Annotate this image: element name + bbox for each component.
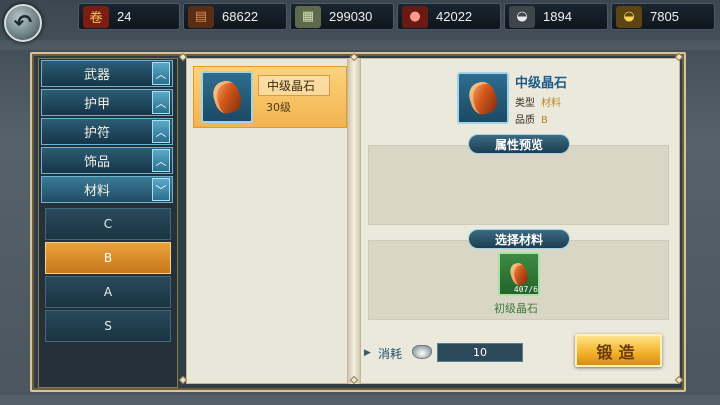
silver-ingot-icon: ◒	[509, 5, 535, 28]
category-amulet[interactable]: 护符 ︿	[41, 118, 173, 145]
detail-type: 类型 材料	[515, 94, 561, 109]
subcategory-b[interactable]: B	[45, 242, 171, 274]
cost-value: 10	[437, 343, 523, 362]
resource-meat: ● 42022	[397, 3, 501, 30]
category-label: 武器	[83, 68, 110, 83]
crystal-icon	[507, 261, 531, 287]
resource-value: 7805	[650, 9, 679, 24]
attribute-preview-title: 属性预览	[468, 134, 570, 154]
silver-ingot-icon	[412, 345, 432, 359]
resource-value: 1894	[543, 9, 572, 24]
detail-item-name: 中级晶石	[515, 76, 568, 91]
crystal-icon	[457, 72, 509, 124]
resource-gold: ◒ 7805	[611, 3, 715, 30]
resource-silver: ◒ 1894	[504, 3, 608, 30]
resource-value: 68622	[222, 9, 259, 24]
category-label: 护甲	[83, 97, 110, 112]
chevron-up-icon: ︿	[152, 149, 170, 172]
category-armor[interactable]: 护甲 ︿	[41, 89, 173, 116]
category-label: 材料	[83, 184, 110, 199]
category-label: 护符	[83, 126, 110, 141]
back-button[interactable]: ↶	[4, 4, 42, 42]
select-material-title: 选择材料	[468, 229, 570, 249]
subcategory-a[interactable]: A	[45, 276, 171, 308]
tiered-scroll-icon: 卷	[83, 5, 109, 28]
chevron-up-icon: ︿	[152, 120, 170, 143]
material-name: 初级晶石	[494, 302, 538, 315]
cost-label: 消耗	[378, 347, 403, 361]
category-label: 饰品	[83, 155, 110, 170]
quality-label: 品质	[515, 115, 535, 126]
material-count: 407/6	[513, 285, 538, 294]
gold-ingot-icon: ◒	[616, 5, 642, 28]
back-arrow-icon: ↶	[13, 10, 33, 36]
chevron-up-icon: ︿	[152, 62, 170, 85]
category-material[interactable]: 材料 ﹀	[41, 176, 173, 203]
attribute-preview-area	[368, 145, 669, 225]
type-label: 类型	[515, 98, 535, 109]
resource-wood: ▤ 68622	[183, 3, 287, 30]
list-item-name: 中级晶石	[258, 75, 330, 96]
category-weapon[interactable]: 武器 ︿	[41, 60, 173, 87]
triangle-right-icon: ▶	[364, 348, 371, 358]
chevron-down-icon: ﹀	[152, 178, 170, 201]
subcategory-s[interactable]: S	[45, 310, 171, 342]
resource-value: 42022	[436, 9, 473, 24]
type-value: 材料	[541, 98, 561, 109]
panel-divider	[348, 58, 360, 384]
detail-quality: 品质 B	[515, 111, 548, 126]
meat-icon: ●	[402, 5, 428, 28]
quality-value: B	[541, 115, 548, 126]
forge-button[interactable]: 锻造	[575, 334, 662, 367]
list-item-level: 30级	[266, 101, 291, 114]
crystal-icon	[201, 71, 253, 123]
wood-logs-icon: ▤	[188, 5, 214, 28]
chevron-up-icon: ︿	[152, 91, 170, 114]
resource-silver-bars: ▦ 299030	[290, 3, 394, 30]
resource-value: 299030	[329, 9, 373, 24]
category-accessory[interactable]: 饰品 ︿	[41, 147, 173, 174]
silver-bars-icon: ▦	[295, 5, 321, 28]
subcategory-c[interactable]: C	[45, 208, 171, 240]
resource-value: 24	[117, 9, 132, 24]
resource-scroll: 卷 24	[78, 3, 180, 30]
